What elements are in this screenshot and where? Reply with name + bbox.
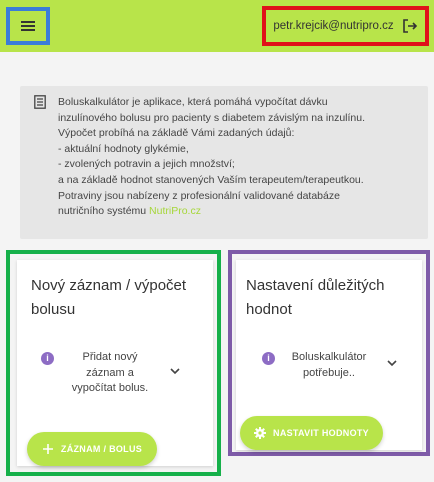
user-area: petr.krejcik@nutripro.cz: [262, 6, 429, 46]
settings-expand-item[interactable]: i Boluskalkulátor potřebuje..: [262, 350, 404, 381]
expand-label: Přidat nový záznam a vypočítat bolus.: [71, 351, 149, 394]
hamburger-icon: [21, 21, 35, 31]
description-line: - zvolených potravin a jejich množství;: [58, 158, 235, 171]
gear-icon: [254, 427, 267, 439]
app-description-panel: Boluskalkulátor je aplikace, která pomáh…: [20, 86, 428, 239]
logout-icon[interactable]: [402, 19, 418, 33]
description-line: - aktuální hodnoty glykémie,: [58, 142, 189, 155]
description-line: Potraviny jsou nabízeny z profesionální …: [58, 189, 340, 202]
description-line: Boluskalkulátor je aplikace, která pomáh…: [58, 96, 328, 108]
top-app-bar: petr.krejcik@nutripro.cz: [0, 0, 434, 52]
app-description-text: Boluskalkulátor je aplikace, která pomáh…: [58, 95, 418, 220]
document-list-icon: [34, 95, 46, 109]
description-line: a na základě hodnot stanovených Vaším te…: [58, 173, 364, 186]
new-record-expand-item[interactable]: i Přidat nový záznam a vypočítat bolus.: [41, 350, 191, 397]
card-title: Nastavení důležitých hodnot: [246, 277, 385, 318]
plus-icon: [42, 444, 53, 454]
chevron-down-icon: [170, 368, 180, 375]
new-record-button[interactable]: ZÁZNAM / BOLUS: [27, 432, 157, 466]
set-values-button[interactable]: NASTAVIT HODNOTY: [240, 416, 383, 450]
menu-button[interactable]: [6, 7, 50, 45]
user-email[interactable]: petr.krejcik@nutripro.cz: [273, 20, 393, 32]
nutripro-link[interactable]: NutriPro.cz: [149, 205, 201, 217]
description-prefix: nutričního systému: [58, 205, 150, 218]
button-label: ZÁZNAM / BOLUS: [60, 444, 143, 454]
description-line-last: nutričního systému NutriPro.cz: [58, 204, 418, 220]
info-icon: i: [41, 352, 54, 365]
info-icon: i: [262, 352, 275, 365]
expand-label: Boluskalkulátor potřebuje..: [291, 351, 367, 379]
card-title: Nový záznam / výpočet bolusu: [31, 277, 187, 318]
description-line: Výpočet probíhá na základě Vámi zadaných…: [58, 127, 295, 140]
button-label: NASTAVIT HODNOTY: [273, 428, 369, 438]
description-line: inzulínového bolusu pro pacienty s diabe…: [58, 111, 366, 124]
chevron-down-icon: [387, 360, 397, 367]
